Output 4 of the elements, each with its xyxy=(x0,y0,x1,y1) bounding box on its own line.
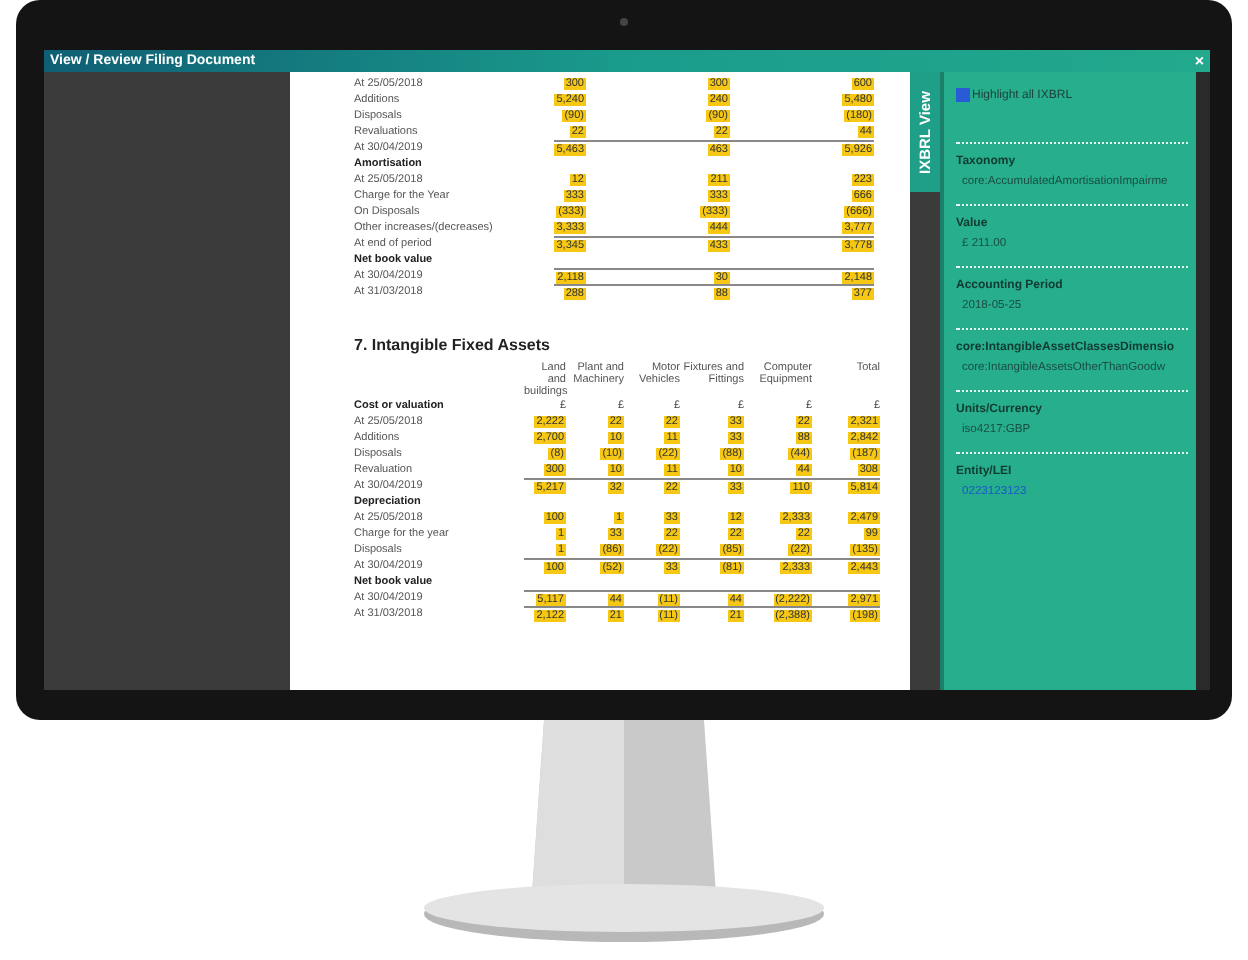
close-button[interactable]: × xyxy=(1194,53,1204,69)
section-heading: 7. Intangible Fixed Assets xyxy=(354,336,552,354)
camera-icon xyxy=(620,18,628,26)
checkbox[interactable] xyxy=(956,88,970,102)
